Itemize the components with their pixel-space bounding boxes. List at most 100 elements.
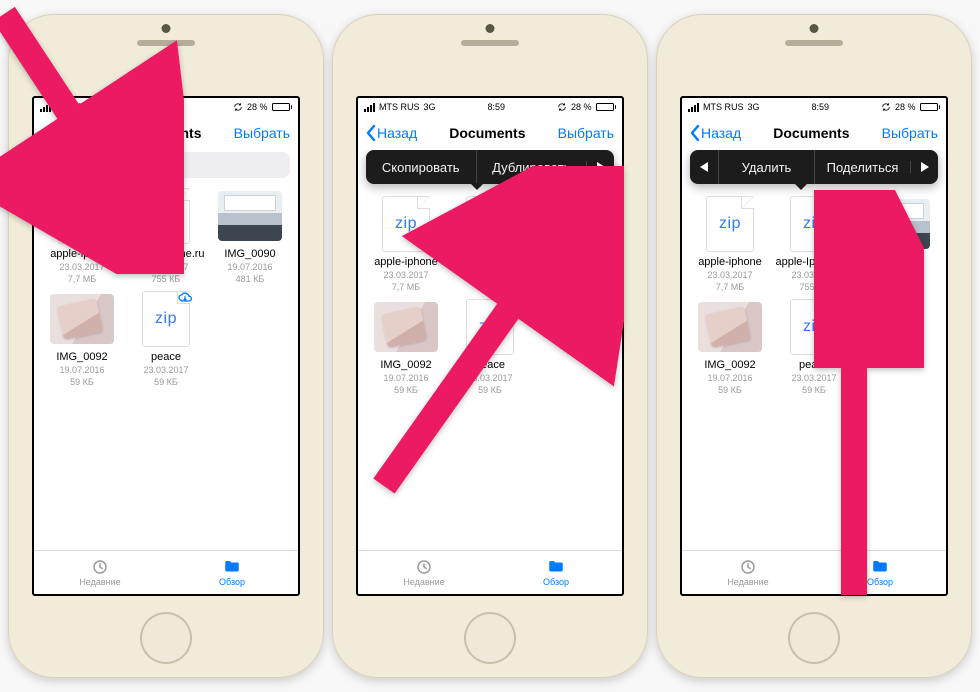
menu-share[interactable]: Поделиться bbox=[814, 150, 910, 184]
screen: MTS RUS 3G 8:59 28 % Назад Documents Выб… bbox=[356, 96, 624, 596]
file-item[interactable]: zip peace 23.03.2017 59 КБ bbox=[126, 291, 206, 388]
cloud-download-icon bbox=[501, 298, 517, 312]
menu-next[interactable] bbox=[910, 161, 938, 173]
cloud-download-icon bbox=[177, 290, 193, 304]
home-button[interactable] bbox=[464, 612, 516, 664]
image-thumbnail bbox=[542, 199, 606, 249]
file-item[interactable]: zip apple-iphone 23.03.2017 7,7 МБ bbox=[366, 196, 446, 293]
folder-icon bbox=[222, 558, 242, 576]
menu-delete[interactable]: Удалить bbox=[718, 150, 814, 184]
file-name: apple-Iphone.ru bbox=[775, 256, 852, 269]
folder-icon bbox=[870, 558, 890, 576]
chevron-left-icon bbox=[690, 125, 700, 141]
file-item[interactable]: zip apple-iphone 23.03.2017 7,7 МБ bbox=[690, 196, 770, 293]
tab-browse-label: Обзор bbox=[219, 577, 245, 587]
page-title: Documents bbox=[449, 125, 525, 141]
tab-browse[interactable]: Обзор bbox=[166, 551, 298, 594]
file-item[interactable]: IMG_0090 19.07.2016 481 КБ bbox=[534, 196, 614, 293]
menu-next[interactable] bbox=[586, 161, 614, 173]
zip-file-icon: zip bbox=[466, 196, 514, 252]
file-name: peace bbox=[151, 351, 181, 364]
file-date: 19.07.2016 bbox=[551, 270, 596, 281]
file-date: 23.03.2017 bbox=[59, 262, 104, 273]
tab-recent-label: Недавние bbox=[79, 577, 120, 587]
select-button[interactable]: Выбрать bbox=[234, 125, 290, 141]
file-name: peace bbox=[799, 359, 829, 372]
context-menu: Удалить Поделиться bbox=[690, 150, 938, 184]
tab-bar: Недавние Обзор bbox=[682, 550, 946, 594]
file-item[interactable]: IMG_0090 19.07.2016 481 КБ bbox=[858, 196, 938, 293]
tab-browse[interactable]: Обзор bbox=[490, 551, 622, 594]
tab-recent[interactable]: Недавние bbox=[358, 551, 490, 594]
tab-bar: Недавние Обзор bbox=[34, 550, 298, 594]
triangle-right-icon bbox=[596, 161, 606, 173]
zip-file-icon: zip bbox=[382, 196, 430, 252]
file-size: 59 КБ bbox=[802, 385, 826, 396]
file-item[interactable]: zip peace 23.03.2017 59 КБ bbox=[774, 299, 854, 396]
back-button[interactable]: Назад bbox=[366, 125, 417, 141]
file-item[interactable]: zip apple-iphone 23.03.2017 7,7 МБ bbox=[42, 188, 122, 285]
menu-prev[interactable] bbox=[690, 161, 718, 173]
file-size: 481 КБ bbox=[236, 274, 265, 285]
file-date: 23.03.2017 bbox=[467, 270, 512, 281]
search-input[interactable]: Поиск bbox=[42, 152, 290, 178]
image-thumbnail bbox=[698, 302, 762, 352]
home-button[interactable] bbox=[788, 612, 840, 664]
zip-file-icon: zip bbox=[58, 188, 106, 244]
select-button[interactable]: Выбрать bbox=[882, 125, 938, 141]
file-item[interactable]: zip apple-Iphone.ru 23.03.2017 755 КБ bbox=[450, 196, 530, 293]
file-name: IMG_0090 bbox=[872, 256, 923, 269]
carrier-label: MTS RUS bbox=[379, 102, 420, 112]
tab-recent-label: Недавние bbox=[403, 577, 444, 587]
home-button[interactable] bbox=[140, 612, 192, 664]
file-size: 59 КБ bbox=[70, 377, 94, 388]
zip-file-icon: zip bbox=[142, 188, 190, 244]
tab-browse[interactable]: Обзор bbox=[814, 551, 946, 594]
file-size: 755 КБ bbox=[476, 282, 505, 293]
clock-icon bbox=[414, 558, 434, 576]
folder-icon bbox=[546, 558, 566, 576]
file-date: 19.07.2016 bbox=[383, 373, 428, 384]
file-name: IMG_0092 bbox=[380, 359, 431, 372]
file-name: IMG_0092 bbox=[56, 351, 107, 364]
file-item[interactable]: zip apple-Iphone.ru 23.03.2017 755 КБ bbox=[774, 196, 854, 293]
file-item[interactable]: IMG_0092 19.07.2016 59 КБ bbox=[366, 299, 446, 396]
tab-recent[interactable]: Недавние bbox=[34, 551, 166, 594]
zip-file-icon: zip bbox=[790, 196, 838, 252]
file-item[interactable]: IMG_0090 19.07.2016 481 КБ bbox=[210, 188, 290, 285]
triangle-right-icon bbox=[920, 161, 930, 173]
file-name: apple-iphone bbox=[50, 248, 114, 261]
status-bar: MTS RUS 3G 8:59 28 % bbox=[358, 98, 622, 116]
select-button[interactable]: Выбрать bbox=[558, 125, 614, 141]
clock-label: 8:59 bbox=[487, 102, 505, 112]
battery-icon bbox=[920, 103, 941, 111]
file-item[interactable]: IMG_0092 19.07.2016 59 КБ bbox=[42, 291, 122, 388]
signal-icon bbox=[40, 103, 51, 112]
file-date: 23.03.2017 bbox=[383, 270, 428, 281]
back-button[interactable]: Назад bbox=[42, 125, 93, 141]
file-item[interactable]: IMG_0092 19.07.2016 59 КБ bbox=[690, 299, 770, 396]
image-thumbnail bbox=[50, 294, 114, 344]
image-thumbnail bbox=[218, 191, 282, 241]
tab-recent-label: Недавние bbox=[727, 577, 768, 587]
file-item[interactable]: zip apple-Iphone.ru 23.03.2017 755 КБ bbox=[126, 188, 206, 285]
page-title: Documents bbox=[773, 125, 849, 141]
file-grid: Скопировать Дублировать zip apple-iphone… bbox=[358, 150, 622, 550]
back-button[interactable]: Назад bbox=[690, 125, 741, 141]
file-name: apple-Iphone.ru bbox=[127, 248, 204, 261]
phone-frame-2: MTS RUS 3G 8:59 28 % Назад Documents Выб… bbox=[332, 14, 648, 678]
menu-duplicate[interactable]: Дублировать bbox=[476, 150, 587, 184]
network-label: 3G bbox=[748, 102, 760, 112]
file-item[interactable]: zip peace 23.03.2017 59 КБ bbox=[450, 299, 530, 396]
file-date: 19.07.2016 bbox=[59, 365, 104, 376]
sync-icon bbox=[557, 102, 567, 112]
chevron-left-icon bbox=[42, 125, 52, 141]
tab-recent[interactable]: Недавние bbox=[682, 551, 814, 594]
file-name: apple-iphone bbox=[374, 256, 438, 269]
file-date: 23.03.2017 bbox=[707, 270, 752, 281]
battery-icon bbox=[596, 103, 617, 111]
file-name: IMG_0090 bbox=[548, 256, 599, 269]
page-title: Documents bbox=[125, 125, 201, 141]
menu-copy[interactable]: Скопировать bbox=[366, 150, 476, 184]
carrier-label: MTS RUS bbox=[55, 102, 96, 112]
